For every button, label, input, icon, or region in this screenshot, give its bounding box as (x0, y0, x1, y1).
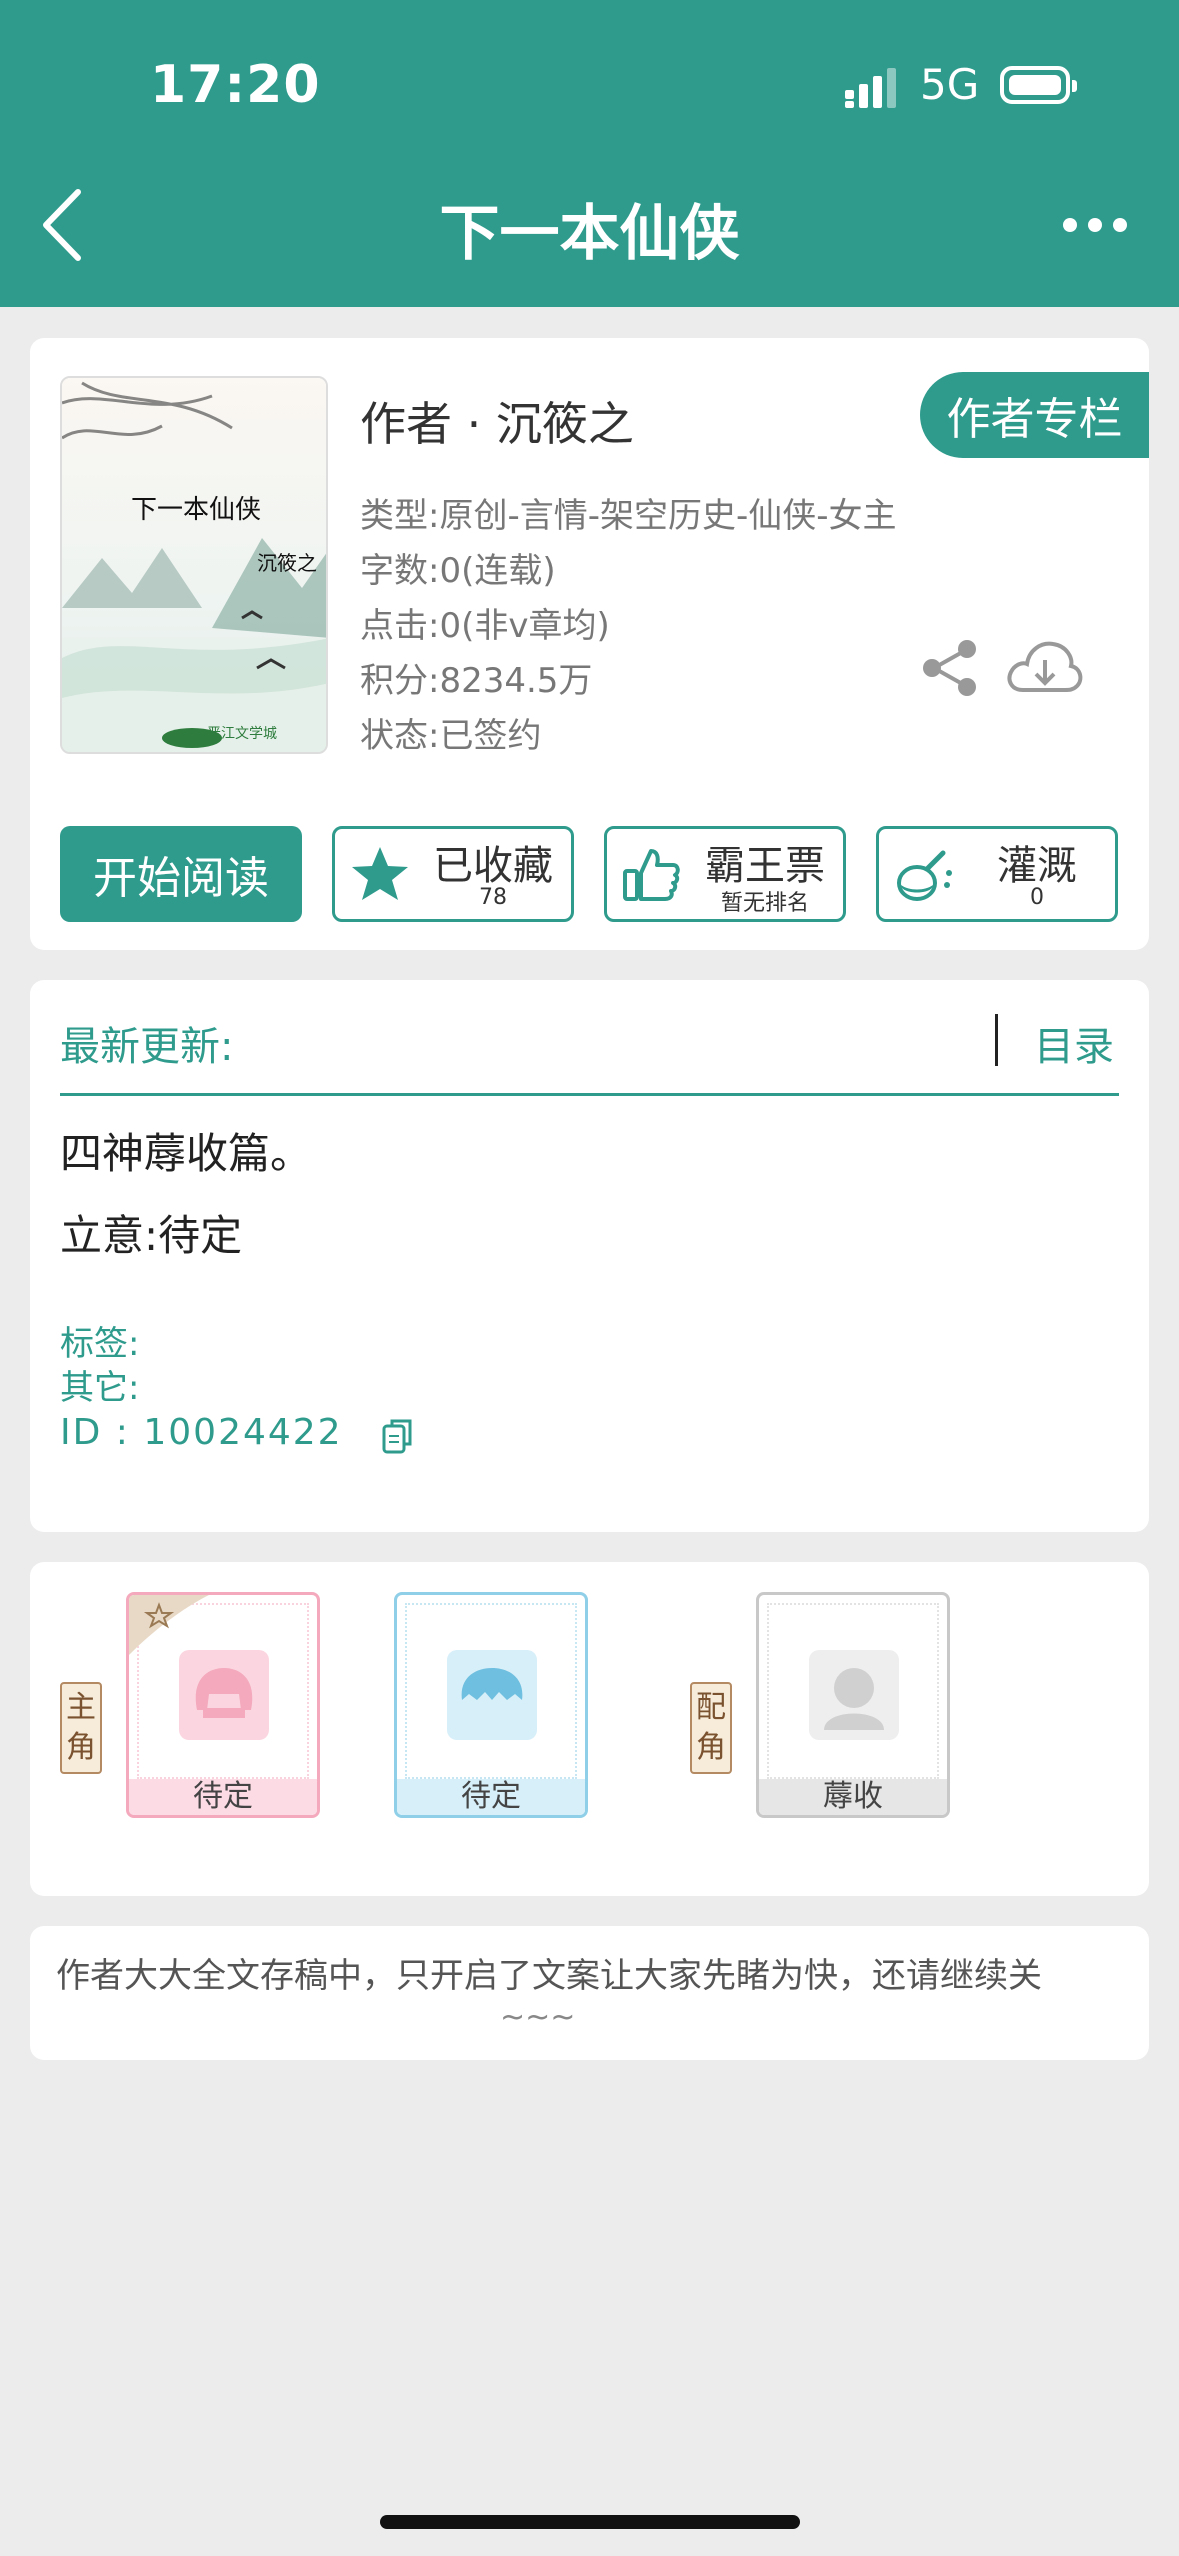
copy-icon[interactable] (382, 1418, 414, 1454)
author-column-button[interactable]: 作者专栏 (920, 372, 1149, 458)
section-divider (60, 1093, 1119, 1096)
main-role-char-2: 角 (66, 1730, 96, 1765)
water-button[interactable]: 灌溉 0 (876, 826, 1118, 922)
support-role-char-2: 角 (696, 1730, 726, 1765)
info-clicks: 点击:0(非v章均) (360, 606, 610, 646)
intro-theme: 立意:待定 (60, 1211, 243, 1260)
share-icon[interactable] (920, 638, 980, 698)
ticket-button[interactable]: 霸王票 暂无排名 (604, 826, 846, 922)
main-role-tag: 主 角 (60, 1682, 102, 1774)
page-title: 下一本仙侠 (439, 199, 740, 269)
network-type: 5G (920, 60, 980, 109)
cloud-download-icon[interactable] (1005, 636, 1085, 702)
star-icon (352, 847, 408, 900)
thumbs-up-icon (623, 849, 680, 901)
cover-logo: 晋江文学城 (207, 726, 277, 742)
water-label: 灌溉 (997, 843, 1077, 889)
ticket-rank: 暂无排名 (720, 891, 809, 916)
book-cover[interactable]: 下一本仙侠 沉筱之 晋江文学城 (60, 376, 328, 754)
star-badge-icon (129, 1595, 209, 1655)
info-score: 积分:8234.5万 (360, 661, 593, 701)
character-card[interactable]: 待定 (126, 1592, 320, 1818)
character-name: 待定 (397, 1779, 585, 1815)
main-role-char-1: 主 (66, 1690, 96, 1725)
nutrient-bottle-icon (897, 850, 952, 901)
battery-icon (1000, 66, 1077, 104)
character-avatar (447, 1650, 537, 1740)
character-avatar (179, 1650, 269, 1740)
more-options-button[interactable] (1060, 205, 1130, 245)
water-count: 0 (1030, 885, 1044, 910)
start-reading-button[interactable]: 开始阅读 (60, 826, 302, 922)
info-type: 类型:原创-言情-架空历史-仙侠-女主 (360, 496, 897, 536)
signal-icon (845, 68, 896, 108)
collect-label: 已收藏 (433, 843, 553, 889)
other-label: 其它: (60, 1368, 140, 1408)
character-name: 蓐收 (759, 1779, 947, 1815)
info-status: 状态:已签约 (360, 716, 542, 756)
ticket-label: 霸王票 (705, 843, 825, 889)
divider (995, 1014, 998, 1066)
author-note: 作者大大全文存稿中，只开启了文案让大家先睹为快，还请继续关 (56, 1956, 1042, 1996)
latest-update-card: 最新更新: 目录 四神蓐收篇。 立意:待定 标签: 其它: ID : 10024… (30, 980, 1149, 1532)
tags-label: 标签: (60, 1324, 140, 1364)
characters-card: 主 角 待定 待定 配 角 蓐收 (30, 1562, 1149, 1896)
status-time: 17:20 (150, 55, 321, 115)
book-info-card: 下一本仙侠 沉筱之 晋江文学城 作者 · 沉筱之 作者专栏 类型:原创-言情-架… (30, 338, 1149, 950)
home-indicator[interactable] (380, 2515, 800, 2529)
support-role-char-1: 配 (696, 1690, 726, 1725)
info-word-count: 字数:0(连载) (360, 551, 556, 591)
character-card[interactable]: 待定 (394, 1592, 588, 1818)
character-card[interactable]: 蓐收 (756, 1592, 950, 1818)
book-id: ID : 10024422 (60, 1412, 343, 1453)
collect-button[interactable]: 已收藏 78 (332, 826, 574, 922)
latest-update-label: 最新更新: (60, 1024, 234, 1070)
collect-count: 78 (479, 885, 507, 910)
toc-link[interactable]: 目录 (1034, 1014, 1114, 1072)
app-header: 17:20 5G 下一本仙侠 (0, 0, 1179, 307)
cover-author: 沉筱之 (257, 551, 317, 575)
character-avatar (809, 1650, 899, 1740)
character-name: 待定 (129, 1779, 317, 1815)
cover-title: 下一本仙侠 (131, 495, 261, 525)
intro-line: 四神蓐收篇。 (60, 1129, 313, 1178)
author-name[interactable]: 作者 · 沉筱之 (360, 388, 634, 454)
support-role-tag: 配 角 (690, 1682, 732, 1774)
author-note-tail: ~~~ (500, 2000, 576, 2035)
cover-illustration: 下一本仙侠 沉筱之 晋江文学城 (62, 378, 326, 752)
author-note-card: 作者大大全文存稿中，只开启了文案让大家先睹为快，还请继续关 ~~~ (30, 1926, 1149, 2060)
